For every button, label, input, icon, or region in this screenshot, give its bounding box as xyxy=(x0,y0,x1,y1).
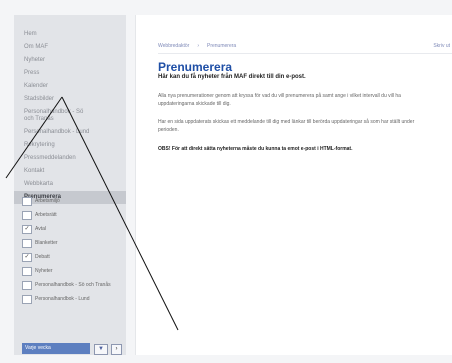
intro-paragraph: Alla nya prenumerationer genom att kryss… xyxy=(158,93,401,107)
header-divider xyxy=(158,53,452,54)
checkbox-debatt[interactable]: ✓ xyxy=(22,253,32,262)
checkbox-avtal[interactable]: ✓ xyxy=(22,225,32,234)
page-title: Prenumerera xyxy=(158,60,233,74)
checkbox-blanketter[interactable] xyxy=(22,239,32,248)
page-frame: Hem Om MAF Nyheter Press Kalender Stadsb… xyxy=(0,0,452,363)
sidebar-item-press-releases[interactable]: Pressmeddelanden xyxy=(14,152,126,165)
sidebar-item-recruitment[interactable]: Rekrytering xyxy=(14,139,126,152)
html-format-note: OBS! För att direkt sätta nyheterna måst… xyxy=(158,146,353,152)
sidebar-item-sitemap[interactable]: Webbkarta xyxy=(14,178,126,191)
option-label: Avtal xyxy=(35,226,47,232)
option-label: Nyheter xyxy=(35,268,53,274)
option-label: Arbetsrätt xyxy=(35,212,57,218)
checkbox-arbetsmiljo[interactable] xyxy=(22,197,32,206)
breadcrumb-item-subscribe[interactable]: Prenumerera xyxy=(207,43,236,49)
main-content: Webbredaktör › Prenumerera Skriv ut Prenum… xyxy=(136,15,452,355)
submit-button[interactable]: › xyxy=(111,344,122,355)
chevron-down-icon[interactable]: ▼ xyxy=(94,344,108,355)
option-label: Personalhandbok - Lund xyxy=(35,296,90,302)
checkbox-nyheter[interactable] xyxy=(22,267,32,276)
sidebar-nav: Hem Om MAF Nyheter Press Kalender Stadsb… xyxy=(14,15,126,355)
sidebar-item-news[interactable]: Nyheter xyxy=(14,54,126,67)
checkbox-arbetsratt[interactable] xyxy=(22,211,32,220)
option-label: Blanketter xyxy=(35,240,58,246)
sidebar-item-press[interactable]: Press xyxy=(14,67,126,80)
sidebar-item-handbook-so-tranas[interactable]: Personalhandbok - Sö och Tranås xyxy=(14,106,126,126)
sidebar-item-city-images[interactable]: Stadsbilder xyxy=(14,93,126,106)
option-label: Personalhandbok - Sö och Tranås xyxy=(35,282,111,288)
breadcrumb-separator: › xyxy=(197,43,199,49)
print-link[interactable]: Skriv ut xyxy=(433,43,450,49)
option-label: Debatt xyxy=(35,254,50,260)
sidebar-item-handbook-lund[interactable]: Personalhandbok - Lund xyxy=(14,126,126,139)
sidebar-item-contact[interactable]: Kontakt xyxy=(14,165,126,178)
interval-select[interactable]: Varje vecka xyxy=(22,343,90,354)
sidebar-item-about[interactable]: Om MAF xyxy=(14,41,126,54)
sidebar-item-calendar[interactable]: Kalender xyxy=(14,80,126,93)
lead-text: Här kan du få nyheter från MAF direkt ti… xyxy=(158,74,306,80)
sidebar-item-home[interactable]: Hem xyxy=(14,28,126,41)
option-label: Arbetsmiljö xyxy=(35,198,60,204)
breadcrumb-item-webeditor[interactable]: Webbredaktör xyxy=(158,43,189,49)
breadcrumb: Webbredaktör › Prenumerera xyxy=(158,43,236,49)
update-paragraph: Har en sida uppdaterats skickas ett medd… xyxy=(158,119,415,133)
checkbox-handbook-so-tranas[interactable] xyxy=(22,281,32,290)
checkbox-handbook-lund[interactable] xyxy=(22,295,32,304)
